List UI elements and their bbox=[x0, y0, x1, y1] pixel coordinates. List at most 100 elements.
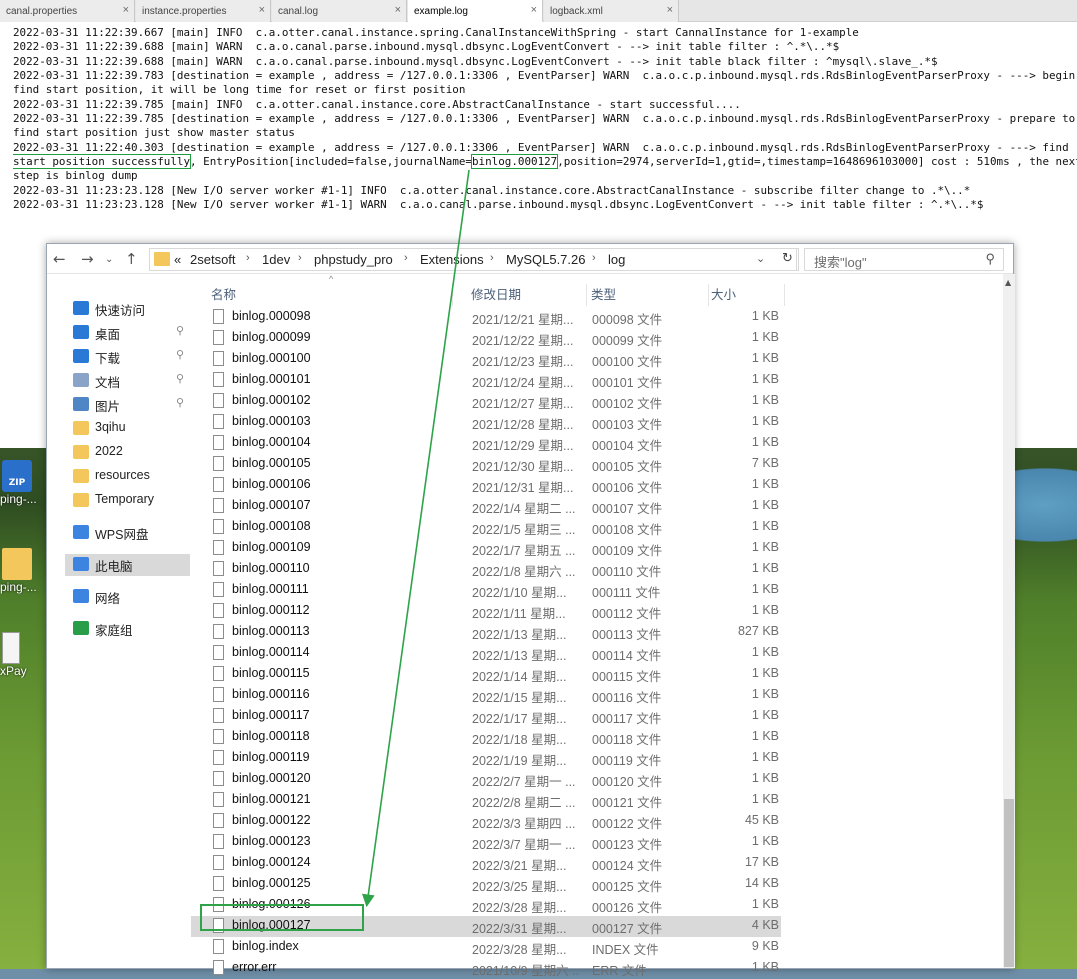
nav-item-1[interactable]: 桌面 ⚲ bbox=[65, 322, 190, 344]
folder-icon bbox=[154, 252, 170, 266]
back-arrow-icon[interactable]: ← bbox=[53, 250, 66, 268]
nav-item-4[interactable]: 图片 ⚲ bbox=[65, 394, 190, 416]
file-row[interactable]: binlog.000111 2022/1/10 星期... 000111 文件 1 K… bbox=[191, 580, 781, 601]
file-row[interactable]: binlog.000098 2021/12/21 星期... 000098 文件 1 … bbox=[191, 307, 781, 328]
file-row[interactable]: binlog.000103 2021/12/28 星期... 000103 文件 1 … bbox=[191, 412, 781, 433]
close-icon[interactable]: × bbox=[259, 4, 265, 16]
chevron-right-icon[interactable]: › bbox=[298, 252, 302, 264]
file-row[interactable]: binlog.000124 2022/3/21 星期... 000124 文件 17 … bbox=[191, 853, 781, 874]
pin-icon[interactable]: ⚲ bbox=[176, 396, 184, 409]
file-row[interactable]: binlog.000099 2021/12/22 星期... 000099 文件 1 … bbox=[191, 328, 781, 349]
file-row[interactable]: binlog.000117 2022/1/17 星期... 000117 文件 1 K… bbox=[191, 706, 781, 727]
breadcrumb[interactable]: « 2setsoft › 1dev › phpstudy_pro › Exten… bbox=[149, 248, 797, 271]
chevron-down-icon[interactable]: ⌄ bbox=[105, 254, 113, 265]
file-date: 2022/3/7 星期一 ... bbox=[472, 838, 576, 852]
close-icon[interactable]: × bbox=[123, 4, 129, 16]
nav-item-12[interactable]: 家庭组 bbox=[65, 618, 190, 640]
file-name: binlog.000107 bbox=[232, 498, 311, 512]
scrollbar-thumb[interactable] bbox=[1004, 799, 1014, 967]
breadcrumb-item-1dev[interactable]: 1dev bbox=[262, 252, 290, 267]
file-row[interactable]: binlog.000110 2022/1/8 星期六 ... 000110 文件 1 … bbox=[191, 559, 781, 580]
file-row[interactable]: binlog.000123 2022/3/7 星期一 ... 000123 文件 1 … bbox=[191, 832, 781, 853]
file-size: 4 KB bbox=[751, 918, 779, 932]
close-icon[interactable]: × bbox=[531, 4, 537, 16]
file-row[interactable]: binlog.000101 2021/12/24 星期... 000101 文件 1 … bbox=[191, 370, 781, 391]
nav-item-7[interactable]: resources bbox=[65, 466, 190, 488]
desktop-icon-app[interactable]: xPay bbox=[0, 632, 44, 678]
file-row[interactable]: binlog.000105 2021/12/30 星期... 000105 文件 7 … bbox=[191, 454, 781, 475]
file-row[interactable]: binlog.000106 2021/12/31 星期... 000106 文件 1 … bbox=[191, 475, 781, 496]
tab-canal-properties[interactable]: canal.properties × bbox=[0, 0, 135, 22]
file-name: binlog.index bbox=[232, 939, 299, 953]
file-row[interactable]: binlog.000108 2022/1/5 星期三 ... 000108 文件 1 … bbox=[191, 517, 781, 538]
file-row[interactable]: binlog.000113 2022/1/13 星期... 000113 文件 827… bbox=[191, 622, 781, 643]
search-input[interactable]: 搜索"log" ⚲ bbox=[804, 248, 1004, 271]
file-row[interactable]: binlog.000119 2022/1/19 星期... 000119 文件 1 K… bbox=[191, 748, 781, 769]
file-name: error.err bbox=[232, 960, 277, 974]
nav-item-11[interactable]: 网络 bbox=[65, 586, 190, 608]
file-icon bbox=[213, 834, 224, 849]
close-icon[interactable]: × bbox=[395, 4, 401, 16]
search-icon[interactable]: ⚲ bbox=[985, 251, 995, 267]
log-text-area[interactable]: 2022-03-31 11:22:39.667 [main] INFO c.a.… bbox=[13, 26, 1077, 212]
file-row[interactable]: binlog.000120 2022/2/7 星期一 ... 000120 文件 1 … bbox=[191, 769, 781, 790]
tab-instance-properties[interactable]: instance.properties × bbox=[136, 0, 271, 22]
tab-canal-log[interactable]: canal.log × bbox=[272, 0, 407, 22]
nav-item-9[interactable]: WPS网盘 bbox=[65, 522, 190, 544]
file-type: 000116 文件 bbox=[592, 691, 662, 705]
tab-example-log[interactable]: example.log × bbox=[408, 0, 543, 22]
column-header-name[interactable]: 名称 bbox=[211, 284, 453, 306]
pin-icon[interactable]: ⚲ bbox=[176, 348, 184, 361]
file-row[interactable]: binlog.000116 2022/1/15 星期... 000116 文件 1 K… bbox=[191, 685, 781, 706]
file-row[interactable]: binlog.000104 2021/12/29 星期... 000104 文件 1 … bbox=[191, 433, 781, 454]
file-row[interactable]: binlog.000115 2022/1/14 星期... 000115 文件 1 K… bbox=[191, 664, 781, 685]
tab-logback-xml[interactable]: logback.xml × bbox=[544, 0, 679, 22]
file-row[interactable]: binlog.000107 2022/1/4 星期二 ... 000107 文件 1 … bbox=[191, 496, 781, 517]
desktop-icon-folder[interactable]: ping-... bbox=[0, 548, 44, 594]
file-row[interactable]: binlog.000100 2021/12/23 星期... 000100 文件 1 … bbox=[191, 349, 781, 370]
file-row[interactable]: binlog.000102 2021/12/27 星期... 000102 文件 1 … bbox=[191, 391, 781, 412]
chevron-right-icon[interactable]: › bbox=[404, 252, 408, 264]
file-row[interactable]: binlog.000121 2022/2/8 星期二 ... 000121 文件 1 … bbox=[191, 790, 781, 811]
column-header-type[interactable]: 类型 bbox=[591, 284, 709, 306]
forward-arrow-icon[interactable]: → bbox=[81, 250, 94, 268]
breadcrumb-overflow[interactable]: « bbox=[174, 252, 181, 267]
highlight-start-position: start position successfully bbox=[13, 154, 192, 170]
nav-item-3[interactable]: 文档 ⚲ bbox=[65, 370, 190, 392]
breadcrumb-item-mysql[interactable]: MySQL5.7.26 bbox=[506, 252, 586, 267]
file-row[interactable]: binlog.000118 2022/1/18 星期... 000118 文件 1 K… bbox=[191, 727, 781, 748]
chevron-right-icon[interactable]: › bbox=[490, 252, 494, 264]
nav-item-5[interactable]: 3qihu bbox=[65, 418, 190, 440]
file-name: binlog.000110 bbox=[232, 561, 310, 575]
pin-icon[interactable]: ⚲ bbox=[176, 324, 184, 337]
file-row[interactable]: binlog.index 2022/3/28 星期... INDEX 文件 9 KB bbox=[191, 937, 781, 958]
column-header-date[interactable]: 修改日期 bbox=[471, 284, 587, 306]
file-row[interactable]: binlog.000125 2022/3/25 星期... 000125 文件 14 … bbox=[191, 874, 781, 895]
breadcrumb-item-extensions[interactable]: Extensions bbox=[420, 252, 484, 267]
file-row[interactable]: binlog.000112 2022/1/11 星期... 000112 文件 1 K… bbox=[191, 601, 781, 622]
breadcrumb-item-2setsoft[interactable]: 2setsoft bbox=[190, 252, 236, 267]
chevron-down-icon[interactable]: ⌄ bbox=[756, 252, 765, 265]
nav-item-10[interactable]: 此电脑 bbox=[65, 554, 190, 576]
refresh-button[interactable]: ↻ bbox=[777, 248, 799, 271]
nav-item-6[interactable]: 2022 bbox=[65, 442, 190, 464]
breadcrumb-item-log[interactable]: log bbox=[608, 252, 625, 267]
column-header-size[interactable]: 大小 bbox=[711, 284, 785, 306]
chevron-right-icon[interactable]: › bbox=[246, 252, 250, 264]
nav-item-0[interactable]: 快速访问 bbox=[65, 298, 190, 320]
file-row[interactable]: binlog.000122 2022/3/3 星期四 ... 000122 文件 45… bbox=[191, 811, 781, 832]
file-type: 000105 文件 bbox=[592, 460, 663, 474]
breadcrumb-item-phpstudy[interactable]: phpstudy_pro bbox=[314, 252, 393, 267]
pin-icon[interactable]: ⚲ bbox=[176, 372, 184, 385]
file-icon bbox=[213, 687, 224, 702]
file-row[interactable]: binlog.000114 2022/1/13 星期... 000114 文件 1 K… bbox=[191, 643, 781, 664]
up-arrow-icon[interactable]: ↑ bbox=[125, 250, 138, 268]
nav-item-2[interactable]: 下载 ⚲ bbox=[65, 346, 190, 368]
scroll-up-icon[interactable]: ▲ bbox=[1005, 278, 1011, 287]
nav-item-8[interactable]: Temporary bbox=[65, 490, 190, 512]
file-row[interactable]: binlog.000109 2022/1/7 星期五 ... 000109 文件 1 … bbox=[191, 538, 781, 559]
close-icon[interactable]: × bbox=[667, 4, 673, 16]
vertical-scrollbar[interactable]: ▲ bbox=[1003, 274, 1015, 968]
chevron-right-icon[interactable]: › bbox=[592, 252, 596, 264]
desktop-icon-zip[interactable]: ZIP ping-... bbox=[0, 460, 44, 506]
